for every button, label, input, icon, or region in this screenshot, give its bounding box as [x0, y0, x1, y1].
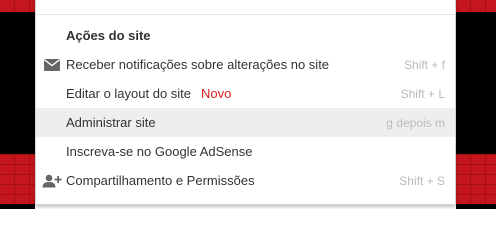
menu-item-label: Editar o layout do site Novo	[66, 86, 231, 101]
add-person-icon	[42, 166, 62, 195]
menu-item-label: Receber notificações sobre alterações no…	[66, 57, 330, 72]
background-red-band-bottom	[456, 154, 496, 204]
background-black-edge	[456, 204, 496, 209]
screen: Ações do site Receber notificações sobre…	[0, 0, 496, 209]
menu-item-shortcut: g depois m	[386, 115, 445, 130]
envelope-icon	[42, 50, 62, 79]
background-page-right	[456, 0, 496, 209]
menu-item-shortcut: Shift + L	[400, 86, 445, 101]
background-red-band-bottom	[0, 154, 35, 204]
background-page-left	[0, 0, 35, 209]
menu-item-label-text: Editar o layout do site	[66, 86, 192, 101]
menu-item-label: Inscreva-se no Google AdSense	[66, 144, 253, 159]
menu-item-label: Administrar site	[66, 115, 156, 130]
menu-item-adsense[interactable]: Inscreva-se no Google AdSense	[36, 137, 455, 166]
new-badge: Novo	[201, 86, 232, 101]
menu-item-notifications[interactable]: Receber notificações sobre alterações no…	[36, 50, 455, 79]
menu-item-manage-site[interactable]: Administrar site g depois m	[36, 108, 455, 137]
menu-item-label: Compartilhamento e Permissões	[66, 173, 255, 188]
menu-item-edit-layout[interactable]: Editar o layout do site Novo Shift + L	[36, 79, 455, 108]
site-actions-menu: Ações do site Receber notificações sobre…	[35, 0, 456, 205]
menu-divider	[36, 14, 455, 15]
menu-item-shortcut: Shift + S	[399, 173, 445, 188]
menu-item-shortcut: Shift + f	[403, 57, 445, 72]
menu-item-sharing-permissions[interactable]: Compartilhamento e Permissões Shift + S	[36, 166, 455, 195]
background-red-band-top	[0, 0, 35, 12]
menu-heading: Ações do site	[66, 28, 151, 43]
background-red-band-top	[456, 0, 496, 12]
background-black-edge	[0, 204, 35, 209]
